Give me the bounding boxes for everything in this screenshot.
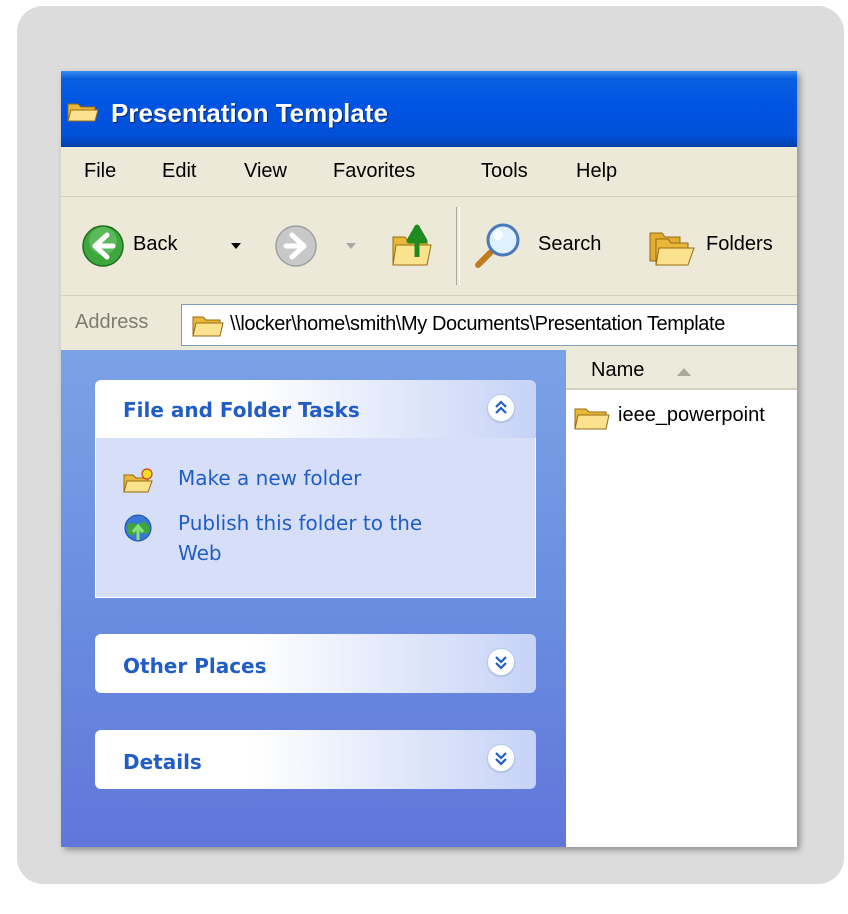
make-new-folder-link[interactable]: Make a new folder xyxy=(178,463,361,493)
new-folder-icon xyxy=(123,468,153,493)
publish-folder-link[interactable]: Publish this folder to the xyxy=(178,508,422,538)
toolbar-separator xyxy=(456,207,460,285)
folders-icon xyxy=(649,232,695,266)
file-folder-tasks-header[interactable]: File and Folder Tasks xyxy=(95,380,536,438)
menu-favorites[interactable]: Favorites xyxy=(333,160,415,183)
folder-icon xyxy=(192,316,224,337)
forward-button[interactable] xyxy=(274,221,364,273)
other-places-title: Other Places xyxy=(123,654,267,678)
menu-bar: File Edit View Favorites Tools Help xyxy=(61,147,797,197)
list-item[interactable]: ieee_powerpoint xyxy=(574,401,797,433)
up-folder-button[interactable] xyxy=(391,219,437,269)
expand-icon[interactable] xyxy=(487,744,515,772)
file-folder-tasks-body: Make a new folder Publish this folder to… xyxy=(95,438,536,598)
folders-label: Folders xyxy=(706,233,773,255)
window-title: Presentation Template xyxy=(111,98,388,128)
details-header[interactable]: Details xyxy=(95,730,536,789)
folders-button[interactable]: Folders xyxy=(646,221,796,273)
name-column-label: Name xyxy=(591,359,645,381)
folder-icon xyxy=(574,408,610,430)
back-button[interactable]: Back xyxy=(81,221,253,273)
folder-icon xyxy=(67,103,99,122)
title-bar[interactable]: Presentation Template xyxy=(61,71,797,147)
search-icon xyxy=(475,223,520,268)
address-input[interactable]: \\locker\home\smith\My Documents\Present… xyxy=(181,304,797,346)
forward-dropdown-arrow[interactable] xyxy=(346,243,356,249)
details-title: Details xyxy=(123,750,202,774)
expand-icon[interactable] xyxy=(487,648,515,676)
back-arrow-icon xyxy=(82,225,124,267)
search-label: Search xyxy=(538,233,602,255)
collapse-icon[interactable] xyxy=(487,394,515,422)
other-places-header[interactable]: Other Places xyxy=(95,634,536,693)
sort-ascending-icon xyxy=(677,368,691,376)
address-label: Address xyxy=(75,311,149,333)
explorer-window: Presentation Template File Edit View Fav… xyxy=(61,71,797,847)
search-button[interactable]: Search xyxy=(471,221,621,273)
forward-arrow-icon xyxy=(275,225,317,267)
publish-web-icon xyxy=(124,514,152,542)
menu-view[interactable]: View xyxy=(244,160,287,183)
menu-help[interactable]: Help xyxy=(576,160,617,183)
menu-file[interactable]: File xyxy=(84,160,116,183)
back-label: Back xyxy=(133,233,178,255)
address-value: \\locker\home\smith\My Documents\Present… xyxy=(230,313,725,335)
back-dropdown-arrow[interactable] xyxy=(231,243,241,249)
file-name: ieee_powerpoint xyxy=(618,404,765,426)
menu-edit[interactable]: Edit xyxy=(162,160,196,183)
publish-folder-link-cont[interactable]: Web xyxy=(178,538,222,568)
file-folder-tasks-title: File and Folder Tasks xyxy=(123,398,360,422)
menu-tools[interactable]: Tools xyxy=(481,160,528,183)
folder-up-icon xyxy=(392,224,432,266)
